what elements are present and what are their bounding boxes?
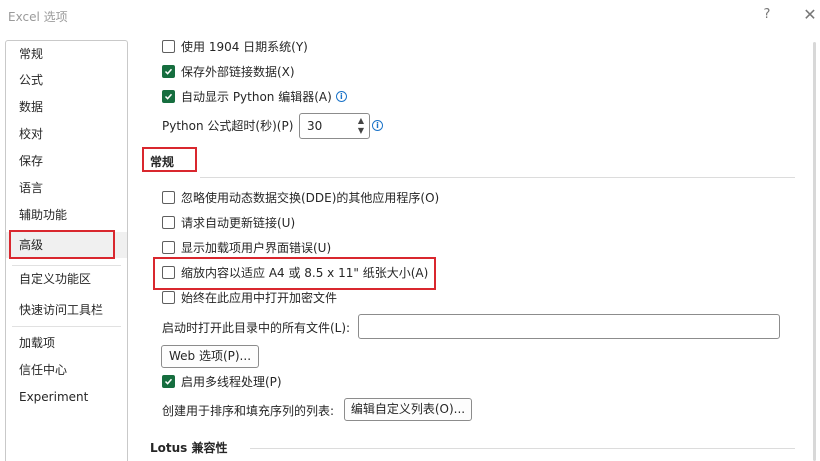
sidebar-item-save[interactable]: 保存 [6, 148, 127, 174]
option-save-external-link-data: 保存外部链接数据(X) [162, 63, 295, 80]
section-title-general: 常规 [150, 155, 175, 169]
option-label: 使用 1904 日期系统(Y) [181, 40, 308, 54]
startup-folder-input[interactable] [358, 314, 780, 339]
options-sidebar: 常规 公式 数据 校对 保存 语言 辅助功能 高级 自定义功能区 快速访问工具栏… [5, 40, 128, 461]
sidebar-item-formulas[interactable]: 公式 [6, 67, 127, 93]
option-label: 自动显示 Python 编辑器(A) [181, 90, 332, 104]
checkbox[interactable] [162, 90, 175, 103]
option-open-encrypted-files: 始终在此应用中打开加密文件 [162, 289, 337, 306]
checkbox[interactable] [162, 216, 175, 229]
scrollbar-thumb[interactable] [813, 42, 816, 461]
checkbox[interactable] [162, 191, 175, 204]
option-label: 启用多线程处理(P) [181, 375, 282, 389]
option-label: 始终在此应用中打开加密文件 [181, 291, 338, 305]
sidebar-item-data[interactable]: 数据 [6, 94, 127, 120]
sidebar-item-add-ins[interactable]: 加载项 [6, 330, 127, 356]
help-button[interactable]: ? [759, 5, 775, 25]
checkbox[interactable] [162, 375, 175, 388]
window-title: Excel 选项 [8, 10, 68, 24]
section-divider [250, 448, 795, 449]
sidebar-item-customize-ribbon[interactable]: 自定义功能区 [6, 266, 127, 292]
option-auto-show-python-editor: 自动显示 Python 编辑器(A) i [162, 88, 347, 105]
sidebar-item-advanced[interactable]: 高级 [6, 232, 127, 258]
advanced-options-panel: 使用 1904 日期系统(Y) 保存外部链接数据(X) 自动显示 Python … [140, 32, 795, 461]
option-label: 忽略使用动态数据交换(DDE)的其他应用程序(O) [181, 191, 440, 205]
spin-down-icon[interactable]: ▼ [358, 127, 364, 135]
option-label: 显示加载项用户界面错误(U) [181, 241, 332, 255]
sidebar-item-experiment[interactable]: Experiment [6, 384, 127, 410]
checkbox[interactable] [162, 241, 175, 254]
spin-up-icon[interactable]: ▲ [358, 117, 364, 125]
option-label: 缩放内容以适应 A4 或 8.5 x 11" 纸张大小(A) [181, 266, 429, 280]
option-1904-date-system: 使用 1904 日期系统(Y) [162, 38, 308, 55]
sidebar-item-accessibility[interactable]: 辅助功能 [6, 202, 127, 228]
info-icon[interactable]: i [335, 91, 347, 102]
option-label: 保存外部链接数据(X) [181, 65, 295, 79]
checkbox[interactable] [162, 40, 175, 53]
python-timeout-spinner[interactable]: 30 ▲ ▼ [299, 113, 370, 139]
title-bar: Excel 选项 ? ✕ [0, 0, 820, 32]
section-divider [200, 177, 795, 178]
web-options-button[interactable]: Web 选项(P)... [161, 345, 259, 368]
startup-folder-label: 启动时打开此目录中的所有文件(L): [162, 321, 351, 335]
sidebar-item-quick-access-toolbar[interactable]: 快速访问工具栏 [6, 297, 127, 323]
python-timeout-label: Python 公式超时(秒)(P) [162, 119, 294, 133]
option-ask-update-links: 请求自动更新链接(U) [162, 214, 295, 231]
checkbox[interactable] [162, 291, 175, 304]
section-title-lotus: Lotus 兼容性 [150, 441, 228, 455]
sidebar-divider [12, 326, 121, 327]
edit-custom-lists-button[interactable]: 编辑自定义列表(O)... [344, 398, 472, 421]
sidebar-item-language[interactable]: 语言 [6, 175, 127, 201]
option-enable-multithreading: 启用多线程处理(P) [162, 373, 282, 390]
option-ignore-dde: 忽略使用动态数据交换(DDE)的其他应用程序(O) [162, 189, 439, 206]
option-label: 请求自动更新链接(U) [181, 216, 296, 230]
checkbox[interactable] [162, 266, 175, 279]
option-show-addin-ui-errors: 显示加载项用户界面错误(U) [162, 239, 331, 256]
spinner-value: 30 [307, 119, 323, 133]
option-scale-to-a4-letter: 缩放内容以适应 A4 或 8.5 x 11" 纸张大小(A) [162, 264, 428, 281]
info-icon[interactable]: i [372, 120, 383, 131]
checkbox[interactable] [162, 65, 175, 78]
sidebar-item-proofing[interactable]: 校对 [6, 121, 127, 147]
sidebar-item-general[interactable]: 常规 [6, 41, 127, 67]
close-button[interactable]: ✕ [801, 5, 819, 25]
custom-list-label: 创建用于排序和填充序列的列表: [162, 404, 335, 418]
sidebar-item-trust-center[interactable]: 信任中心 [6, 357, 127, 383]
